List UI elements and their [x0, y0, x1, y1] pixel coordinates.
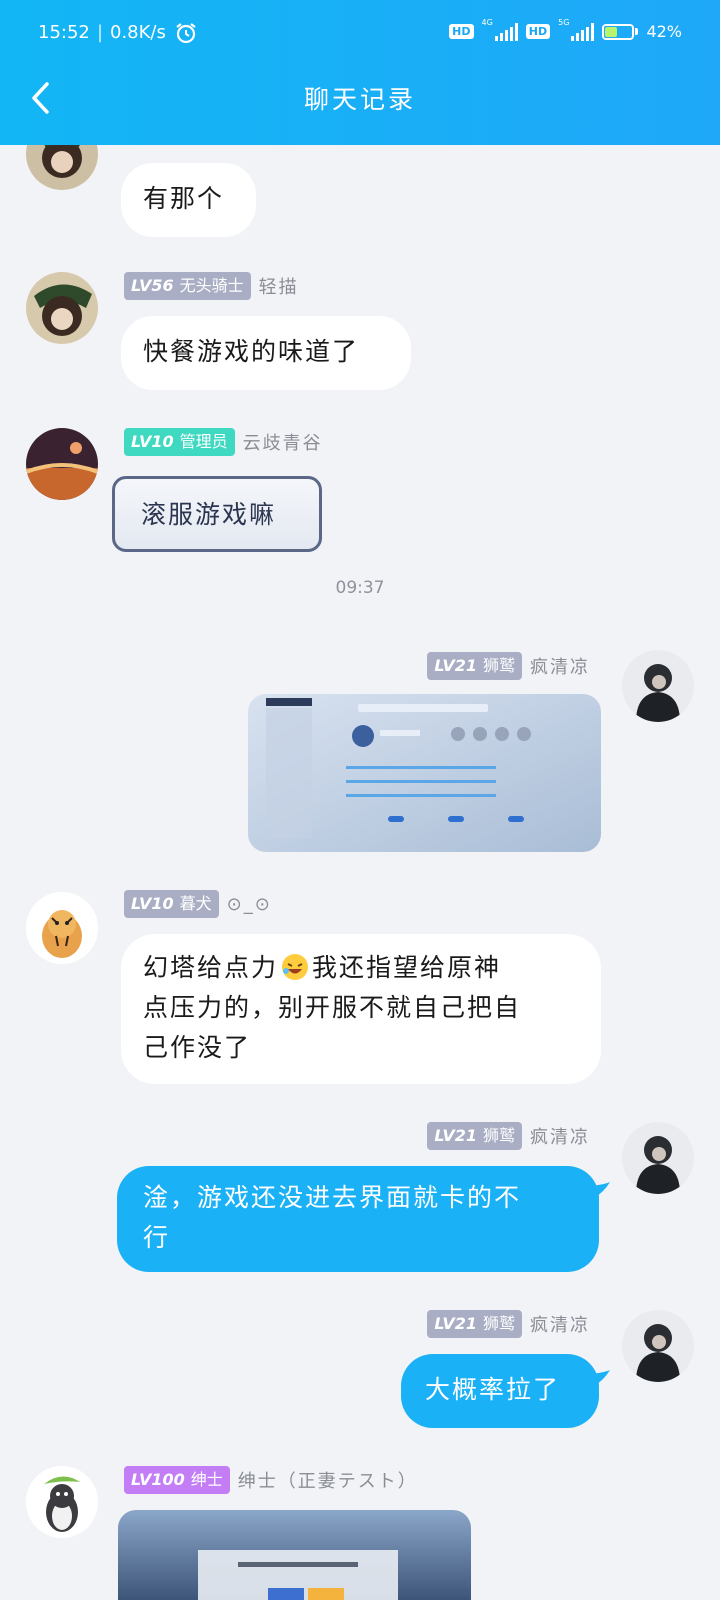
- network-speed: 0.8K/s: [110, 22, 166, 43]
- message-bubble[interactable]: 有那个: [121, 163, 256, 237]
- level-label: LV10: [131, 894, 174, 913]
- avatar[interactable]: [622, 1310, 694, 1382]
- message-line: 点压力的，别开服不就自己把自: [143, 993, 522, 1022]
- avatar[interactable]: [622, 1122, 694, 1194]
- avatar[interactable]: [622, 650, 694, 722]
- page-title: 聊天记录: [303, 85, 416, 114]
- avatar[interactable]: [26, 892, 98, 964]
- message-bubble[interactable]: 快餐游戏的味道了: [121, 316, 411, 390]
- status-icons: HD 4G HD 5G 42%: [449, 18, 682, 41]
- chat-timestamp: 09:37: [335, 578, 385, 598]
- level-badge: LV100 绅士: [124, 1466, 230, 1494]
- battery-percent: 42%: [646, 22, 682, 41]
- level-label: LV10: [131, 432, 174, 451]
- bubble-tail: [592, 1370, 610, 1386]
- laughing-emoji-icon: [282, 954, 309, 980]
- message-bubble-styled[interactable]: 滚服游戏嘛: [112, 476, 322, 552]
- level-badge: LV21 狮鹫: [427, 1122, 522, 1150]
- sender-tag-row: LV100 绅士 绅士（正妻テスト）: [124, 1466, 418, 1494]
- sender-tag-row: LV21 狮鹫 疯清凉: [427, 1122, 590, 1150]
- level-badge: LV10 暮犬: [124, 890, 219, 918]
- role-label: 管理员: [179, 432, 228, 451]
- level-label: LV21: [434, 1314, 477, 1333]
- level-badge: LV56 无头骑士: [124, 272, 251, 300]
- sender-tag-row: LV10 管理员 云歧青谷: [124, 428, 323, 456]
- sender-tag-row: LV10 暮犬 ⊙_⊙: [124, 890, 272, 918]
- sender-nickname: ⊙_⊙: [226, 893, 272, 915]
- alarm-clock-icon: [176, 23, 196, 44]
- network-type: 4G: [481, 18, 493, 27]
- battery-level: [605, 26, 618, 37]
- avatar[interactable]: [26, 1466, 98, 1538]
- message-line: 己作没了: [143, 1033, 252, 1062]
- hd-badge-2: HD: [525, 24, 551, 39]
- message-bubble[interactable]: 淦，游戏还没进去界面就卡的不 行: [117, 1166, 599, 1272]
- sender-tag-row: LV56 无头骑士 轻描: [124, 272, 299, 300]
- message-line: 淦，游戏还没进去界面就卡的不: [143, 1183, 522, 1212]
- avatar[interactable]: [26, 272, 98, 344]
- level-label: LV56: [131, 276, 174, 295]
- bubble-tail: [592, 1182, 610, 1198]
- level-badge: LV21 狮鹫: [427, 652, 522, 680]
- app-header: 15:52 | 0.8K/s HD 4G HD 5G 42% 聊天记录: [0, 0, 720, 145]
- image-message[interactable]: [118, 1510, 471, 1600]
- sender-nickname: 疯清凉: [530, 1127, 590, 1148]
- network-type-2: 5G: [558, 18, 570, 27]
- status-separator: |: [97, 22, 104, 43]
- level-label: LV100: [131, 1470, 185, 1489]
- hd-badge: HD: [449, 24, 474, 39]
- signal-icon: [494, 22, 518, 41]
- role-label: 狮鹫: [482, 1314, 515, 1333]
- message-line: 行: [143, 1223, 171, 1252]
- sender-nickname: 轻描: [258, 277, 299, 298]
- role-label: 狮鹫: [482, 1126, 515, 1145]
- sender-tag-row: LV21 狮鹫 疯清凉: [427, 1310, 590, 1338]
- game-announcement-screenshot: [118, 1510, 471, 1600]
- level-badge: LV10 管理员: [124, 428, 235, 456]
- message-bubble[interactable]: 幻塔给点力 我还指望给原神 点压力的，别开服不就自己把自 己作没了: [121, 934, 601, 1084]
- role-label: 无头骑士: [179, 276, 244, 295]
- status-time: 15:52: [38, 22, 90, 43]
- level-label: LV21: [434, 1126, 477, 1145]
- sender-tag-row: LV21 狮鹫 疯清凉: [427, 652, 590, 680]
- level-badge: LV21 狮鹫: [427, 1310, 522, 1338]
- signal-icon-2: [571, 22, 595, 41]
- avatar[interactable]: [26, 428, 98, 500]
- role-label: 暮犬: [179, 894, 212, 913]
- message-text: 我还指望给原神: [312, 953, 502, 982]
- game-settings-screenshot: [248, 694, 601, 852]
- battery-icon: [602, 23, 639, 40]
- level-label: LV21: [434, 656, 477, 675]
- sender-nickname: 云歧青谷: [242, 433, 323, 454]
- sender-nickname: 疯清凉: [530, 657, 590, 678]
- role-label: 狮鹫: [482, 656, 515, 675]
- message-text: 幻塔给点力: [143, 953, 279, 982]
- message-bubble[interactable]: 大概率拉了: [401, 1354, 599, 1428]
- role-label: 绅士: [190, 1470, 223, 1489]
- message-line: 幻塔给点力 我还指望给原神: [143, 948, 579, 988]
- sender-nickname: 绅士（正妻テスト）: [237, 1471, 418, 1492]
- image-message[interactable]: [248, 694, 601, 852]
- sender-nickname: 疯清凉: [530, 1315, 590, 1336]
